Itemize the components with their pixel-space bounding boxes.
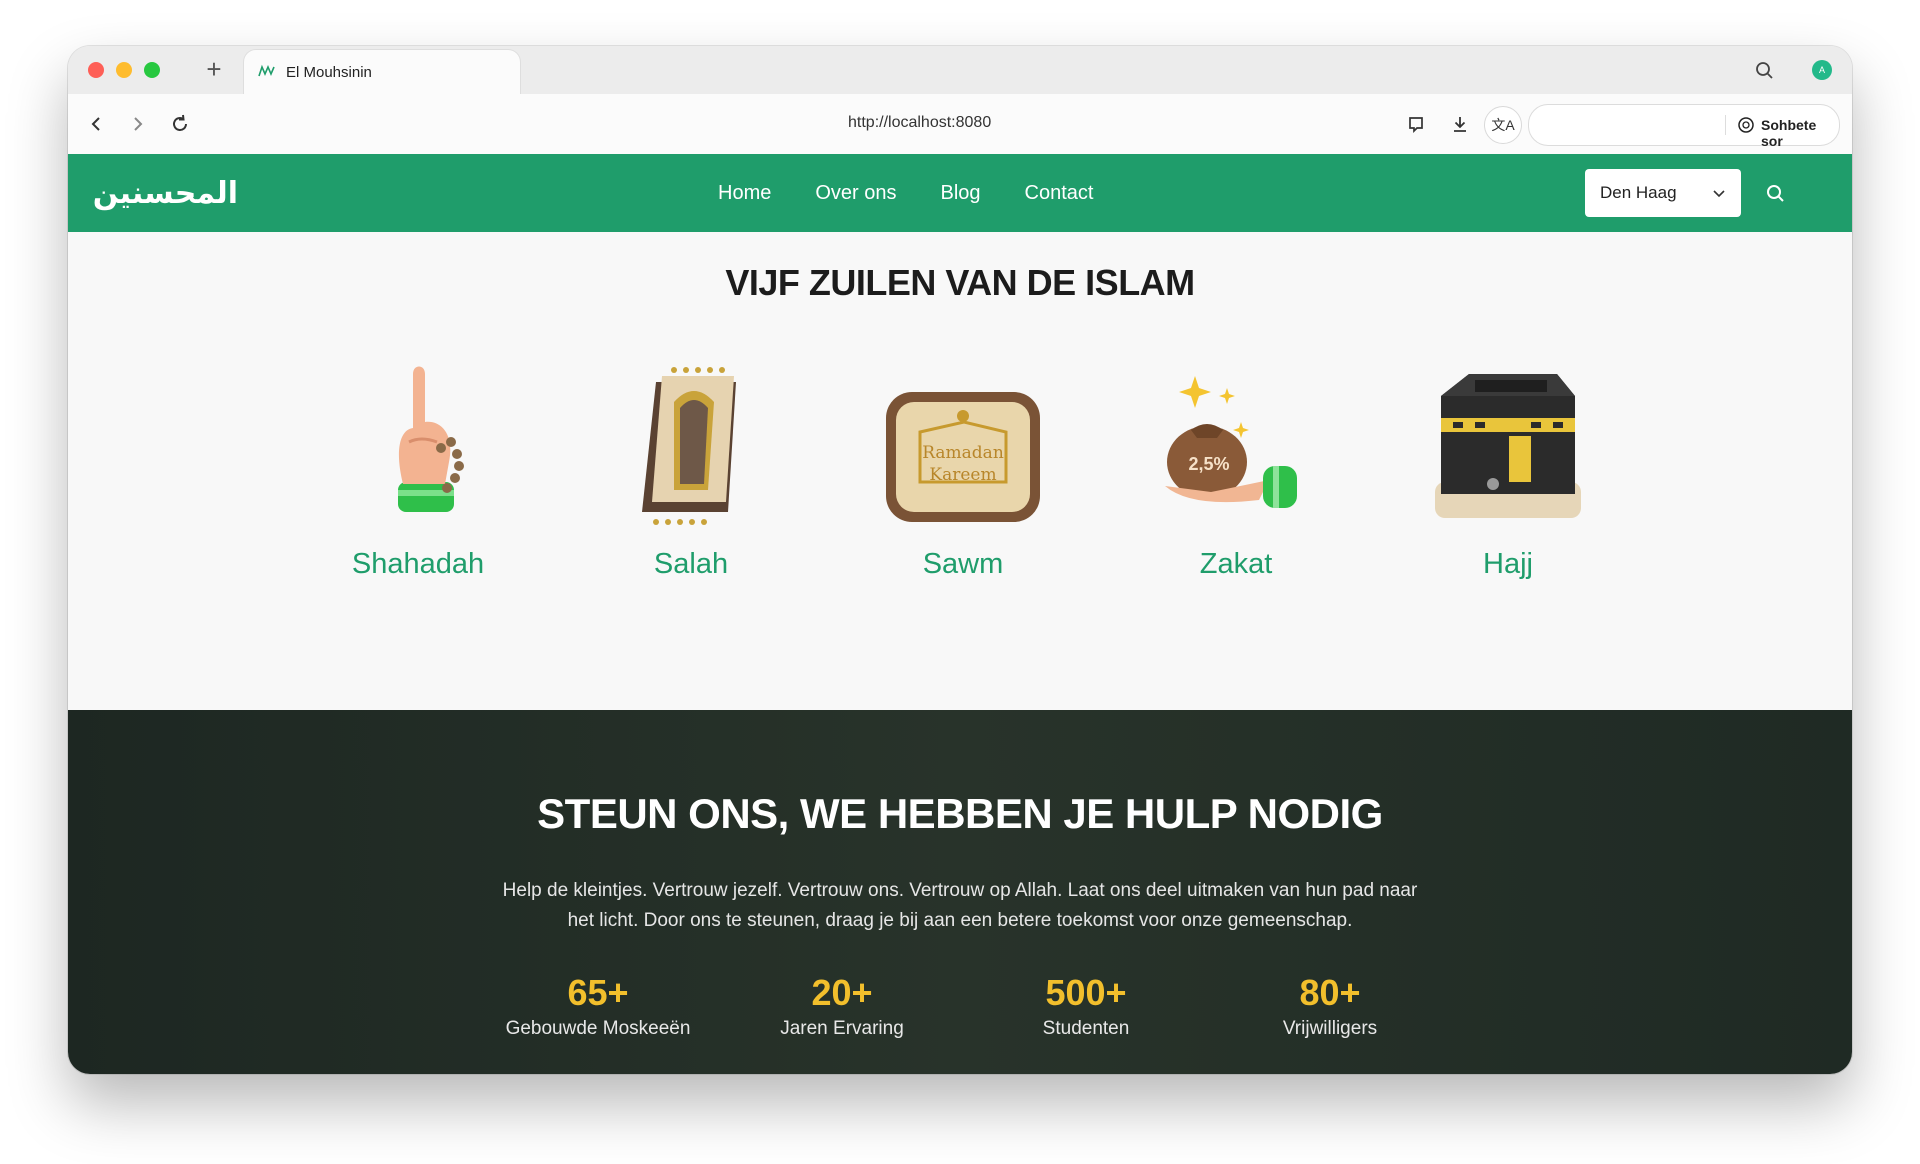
pillars-section: VIJF ZUILEN VAN DE ISLAM Shahadah Salah …	[68, 232, 1852, 710]
section-title: VIJF ZUILEN VAN DE ISLAM	[725, 262, 1195, 303]
stat-experience: 20+ Jaren Ervaring	[732, 972, 952, 1040]
plaque-text-ramadan: Ramadan	[922, 443, 1004, 463]
download-icon[interactable]	[1446, 110, 1474, 138]
stat-students: 500+ Studenten	[976, 972, 1196, 1040]
nav-blog[interactable]: Blog	[941, 182, 981, 205]
main-nav: Home Over ons Blog Contact	[718, 154, 1093, 232]
divider	[1725, 115, 1726, 135]
raised-finger-tasbih-icon	[398, 366, 464, 512]
stat-label: Studenten	[1042, 1018, 1130, 1039]
money-bag-icon: 2,5%	[1165, 376, 1297, 508]
stat-volunteers: 80+ Vrijwilligers	[1220, 972, 1440, 1040]
extensions-icon[interactable]	[1402, 110, 1430, 138]
bag-percentage-text: 2,5%	[1188, 454, 1229, 474]
browser-toolbar: http://localhost:8080 文A Sohbete sor	[68, 94, 1852, 155]
city-selected-value: Den Haag	[1600, 183, 1677, 202]
site-header: المحسنين Home Over ons Blog Contact Den …	[68, 154, 1852, 232]
tab-title: El Mouhsinin	[286, 64, 372, 81]
stat-value: 65+	[567, 972, 629, 1013]
maximize-window-button[interactable]	[144, 62, 160, 78]
chatgpt-icon	[1737, 116, 1755, 134]
site-logo[interactable]: المحسنين	[93, 166, 238, 222]
chevron-down-icon	[1711, 185, 1727, 201]
nav-contact[interactable]: Contact	[1025, 182, 1094, 205]
pillar-sawm[interactable]: Ramadan Kareem Sawm	[853, 362, 1073, 622]
search-icon[interactable]	[1764, 182, 1786, 204]
minimize-window-button[interactable]	[116, 62, 132, 78]
donate-section: STEUN ONS, WE HEBBEN JE HULP NODIG Help …	[68, 710, 1852, 1074]
ramadan-kareem-plaque-icon: Ramadan Kareem	[886, 392, 1040, 522]
plaque-text-kareem: Kareem	[929, 465, 996, 485]
pillar-label: Hajj	[1483, 548, 1533, 580]
pillar-label: Salah	[653, 548, 729, 580]
tab-strip: + El Mouhsinin A	[68, 46, 1852, 94]
stat-value: 80+	[1299, 972, 1361, 1013]
prayer-mat-icon	[642, 367, 736, 525]
new-tab-button[interactable]: +	[198, 54, 230, 86]
stat-mosques: 65+ Gebouwde Moskeeën	[488, 972, 708, 1040]
donate-title: STEUN ONS, WE HEBBEN JE HULP NODIG	[537, 790, 1383, 837]
pillar-label: Zakat	[1199, 548, 1273, 580]
back-button[interactable]	[82, 110, 110, 138]
stat-label: Gebouwde Moskeeën	[505, 1018, 691, 1039]
browser-window: + El Mouhsinin A http://localhost:8080 文…	[68, 46, 1852, 1074]
stat-value: 20+	[811, 972, 873, 1013]
pillar-hajj[interactable]: Hajj	[1398, 362, 1618, 622]
pillar-shahadah[interactable]: Shahadah	[308, 362, 528, 622]
browser-tab[interactable]: El Mouhsinin	[244, 50, 520, 94]
nav-over-ons[interactable]: Over ons	[815, 182, 896, 205]
kaaba-icon	[1435, 374, 1581, 518]
donate-description: Help de kleintjes. Vertrouw jezelf. Vert…	[502, 880, 1418, 931]
pillar-label: Shahadah	[351, 548, 485, 580]
pillar-zakat[interactable]: 2,5% Zakat	[1126, 362, 1346, 622]
stat-value: 500+	[1045, 972, 1127, 1013]
reload-button[interactable]	[166, 110, 194, 138]
translate-icon[interactable]: 文A	[1484, 106, 1522, 144]
forward-button[interactable]	[124, 110, 152, 138]
address-bar[interactable]: http://localhost:8080	[848, 114, 991, 132]
pillar-salah[interactable]: Salah	[581, 362, 801, 622]
tab-search-icon[interactable]	[1752, 58, 1776, 82]
site-favicon-icon	[258, 64, 276, 78]
city-dropdown[interactable]: Den Haag	[1585, 169, 1741, 217]
close-window-button[interactable]	[88, 62, 104, 78]
nav-home[interactable]: Home	[718, 182, 771, 205]
stat-label: Jaren Ervaring	[780, 1018, 904, 1039]
stat-label: Vrijwilligers	[1282, 1018, 1378, 1039]
profile-avatar[interactable]: A	[1812, 60, 1832, 80]
ask-chat-box[interactable]: Sohbete sor	[1528, 104, 1840, 149]
pillar-label: Sawm	[922, 548, 1004, 580]
ask-chat-label: Sohbete sor	[1761, 117, 1817, 149]
